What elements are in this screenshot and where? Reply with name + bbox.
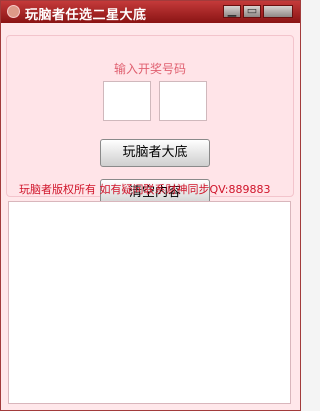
- generate-button[interactable]: 玩脑者大底: [100, 139, 210, 167]
- lottery-input-group: 输入开奖号码 玩脑者大底 清空内容: [6, 35, 294, 207]
- app-icon: [7, 5, 20, 18]
- copyright-text: 玩脑者版权所有 如有疑问联系财神同步QV:889883: [19, 183, 271, 196]
- window-title: 玩脑者任选二星大底: [25, 8, 147, 23]
- minimize-button[interactable]: ▁: [223, 4, 241, 18]
- number-input-1[interactable]: [103, 81, 151, 121]
- minimize-icon: ▁: [227, 4, 237, 17]
- maximize-button[interactable]: ▭: [243, 4, 261, 18]
- app-window: 玩脑者任选二星大底 ▁ ▭ 输入开奖号码 玩脑者大底 清空内容 玩脑者版权所有 …: [0, 0, 301, 411]
- output-textarea[interactable]: [8, 201, 291, 404]
- number-input-2[interactable]: [159, 81, 207, 121]
- title-bar[interactable]: 玩脑者任选二星大底 ▁ ▭: [1, 1, 300, 23]
- group-legend: 输入开奖号码: [7, 60, 293, 77]
- maximize-icon: ▭: [246, 4, 258, 17]
- close-button[interactable]: [263, 5, 293, 18]
